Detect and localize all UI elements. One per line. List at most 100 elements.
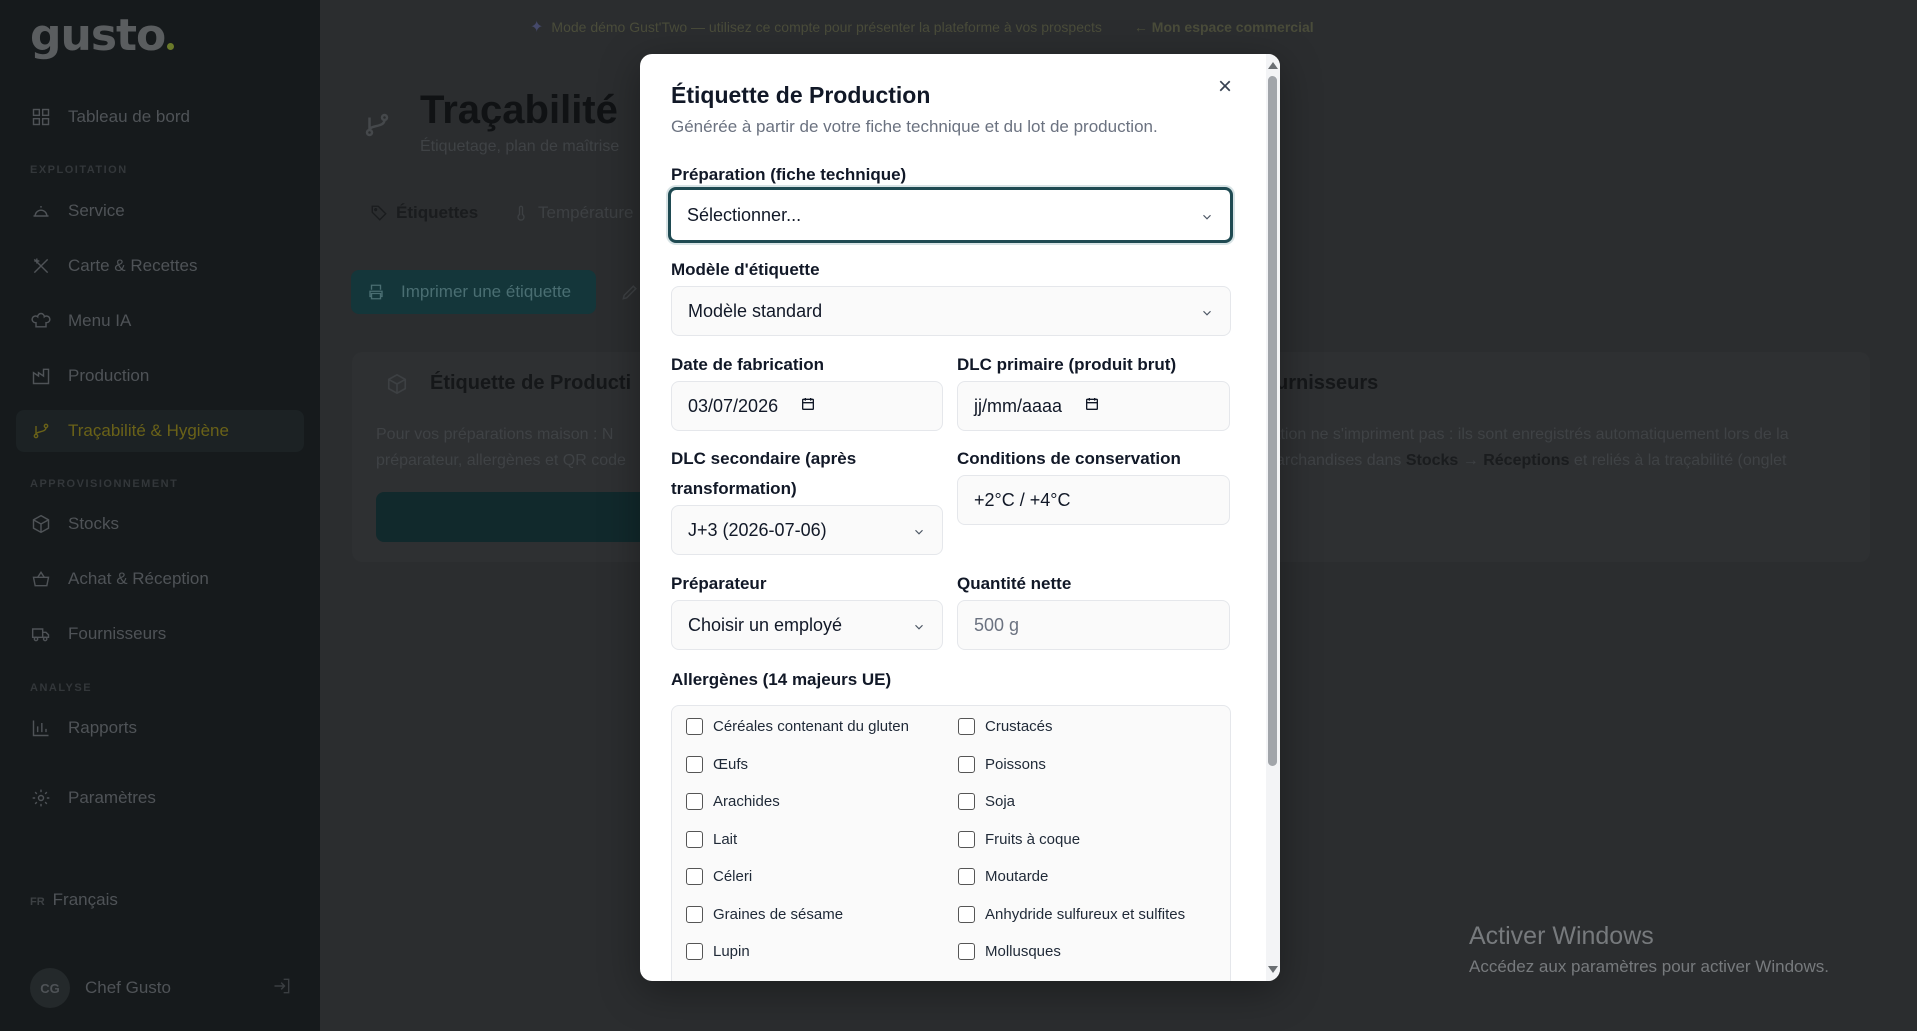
- conservation-label: Conditions de conservation: [957, 449, 1181, 468]
- scroll-up-arrow-icon[interactable]: [1268, 62, 1278, 69]
- allergen-checkbox-arachides[interactable]: Arachides: [686, 793, 780, 810]
- checkbox[interactable]: [686, 868, 703, 885]
- truck-icon: [30, 623, 52, 645]
- windows-activation-watermark: Activer Windows Accédez aux paramètres p…: [1469, 922, 1829, 977]
- sidebar-item-label: Service: [68, 201, 125, 220]
- print-label-button[interactable]: Imprimer une étiquette: [351, 270, 596, 314]
- sidebar-item-tracabilite[interactable]: Traçabilité & Hygiène: [30, 417, 229, 445]
- allergen-checkbox-lupin[interactable]: Lupin: [686, 943, 750, 960]
- quantity-input[interactable]: 500 g: [957, 600, 1230, 650]
- sidebar-item-label: Rapports: [68, 718, 137, 737]
- modal-scrollbar[interactable]: [1266, 54, 1280, 981]
- sidebar-item-stocks[interactable]: Stocks: [30, 510, 119, 538]
- checkbox[interactable]: [958, 906, 975, 923]
- allergen-checkbox-oeufs[interactable]: Œufs: [686, 756, 748, 773]
- checkbox[interactable]: [686, 943, 703, 960]
- sidebar-item-rapports[interactable]: Rapports: [30, 714, 137, 742]
- checkbox[interactable]: [686, 756, 703, 773]
- allergen-checkbox-mollusques[interactable]: Mollusques: [958, 943, 1061, 960]
- card-text-line: archandises dans Stocks → Réceptions et …: [1276, 448, 1789, 474]
- logout-icon[interactable]: [272, 976, 292, 1001]
- tab-etiquettes[interactable]: Étiquettes: [370, 203, 478, 223]
- demo-banner-text: Mode démo Gust'Two — utilisez ce compte …: [551, 19, 1102, 35]
- sidebar-item-menu-ia[interactable]: Menu IA: [30, 307, 131, 335]
- sparkle-icon: ✦: [530, 19, 544, 36]
- text-part: →: [1458, 452, 1484, 469]
- template-select[interactable]: Modèle standard: [671, 286, 1231, 336]
- allergen-checkbox-crustaces[interactable]: Crustacés: [958, 718, 1053, 735]
- pencil-icon[interactable]: [620, 282, 640, 307]
- sidebar-item-label: Traçabilité & Hygiène: [68, 421, 229, 440]
- allergen-checkbox-moutarde[interactable]: Moutarde: [958, 868, 1048, 885]
- sidebar-item-label: Carte & Recettes: [68, 256, 198, 275]
- card-text-line: ttion ne s'impriment pas : ils sont enre…: [1276, 426, 1789, 443]
- dashboard-icon: [30, 106, 52, 128]
- checkbox[interactable]: [686, 718, 703, 735]
- sidebar-item-label: Fournisseurs: [68, 624, 167, 643]
- checkbox[interactable]: [958, 943, 975, 960]
- sidebar-item-service[interactable]: Service: [30, 197, 125, 225]
- template-label: Modèle d'étiquette: [671, 260, 820, 279]
- sidebar-item-label: Tableau de bord: [68, 107, 190, 126]
- checkbox[interactable]: [958, 756, 975, 773]
- checkbox[interactable]: [958, 831, 975, 848]
- allergen-checkbox-lait[interactable]: Lait: [686, 831, 737, 848]
- allergen-label: Fruits à coque: [985, 831, 1081, 848]
- allergen-label: Lupin: [713, 943, 750, 960]
- preparer-select[interactable]: Choisir un employé: [671, 600, 943, 650]
- checkbox[interactable]: [686, 831, 703, 848]
- calendar-icon[interactable]: [1084, 396, 1100, 417]
- allergen-checkbox-sulfites[interactable]: Anhydride sulfureux et sulfites: [958, 906, 1185, 923]
- tag-icon: [371, 205, 387, 221]
- card-title: urnisseurs: [1276, 372, 1378, 395]
- sidebar: gusto Tableau de bord EXPLOITATION Servi…: [0, 0, 320, 1031]
- sidebar-item-dashboard[interactable]: Tableau de bord: [30, 103, 190, 131]
- checkbox[interactable]: [686, 793, 703, 810]
- tab-temperature[interactable]: Température: [512, 203, 633, 223]
- language-selector[interactable]: FR Français: [30, 890, 118, 910]
- allergen-checkbox-gluten[interactable]: Céréales contenant du gluten: [686, 718, 909, 735]
- page-subtitle: Étiquetage, plan de maîtrise: [420, 138, 620, 155]
- close-icon[interactable]: ×: [1210, 72, 1240, 102]
- conservation-input[interactable]: +2°C / +4°C: [957, 475, 1230, 525]
- card-title: Étiquette de Producti: [386, 372, 631, 395]
- sidebar-item-label: Production: [68, 366, 150, 385]
- allergen-checkbox-soja[interactable]: Soja: [958, 793, 1015, 810]
- branch-icon: [30, 420, 52, 442]
- production-label-modal: Étiquette de Production Générée à partir…: [640, 54, 1280, 981]
- sidebar-item-parametres[interactable]: Paramètres: [30, 784, 156, 812]
- checkbox[interactable]: [958, 718, 975, 735]
- chart-icon: [30, 717, 52, 739]
- utensils-icon: [30, 255, 52, 277]
- receptions-link: Réceptions: [1483, 452, 1570, 469]
- back-commercial-link[interactable]: ← Mon espace commercial: [1134, 19, 1314, 35]
- logo[interactable]: gusto: [30, 10, 175, 61]
- allergens-grid: Céréales contenant du gluten Crustacés Œ…: [671, 705, 1231, 981]
- sidebar-item-production[interactable]: Production: [30, 362, 149, 390]
- checkbox[interactable]: [958, 868, 975, 885]
- modal-title: Étiquette de Production: [671, 82, 931, 108]
- scroll-thumb[interactable]: [1268, 76, 1277, 766]
- checkbox[interactable]: [958, 793, 975, 810]
- sidebar-item-carte-recettes[interactable]: Carte & Recettes: [30, 252, 197, 280]
- template-value: Modèle standard: [688, 300, 823, 321]
- dlc-primary-input[interactable]: jj/mm/aaaa: [957, 381, 1230, 431]
- preparation-select[interactable]: Sélectionner...: [668, 187, 1233, 243]
- date-fab-input[interactable]: 03/07/2026: [671, 381, 943, 431]
- scroll-down-arrow-icon[interactable]: [1268, 966, 1278, 973]
- allergen-checkbox-fruits-a-coque[interactable]: Fruits à coque: [958, 831, 1080, 848]
- quantity-label: Quantité nette: [957, 574, 1072, 593]
- tab-label: Étiquettes: [396, 203, 479, 222]
- allergen-checkbox-poissons[interactable]: Poissons: [958, 756, 1046, 773]
- allergen-checkbox-sesame[interactable]: Graines de sésame: [686, 906, 843, 923]
- allergen-label: Anhydride sulfureux et sulfites: [985, 906, 1186, 923]
- sidebar-item-fournisseurs[interactable]: Fournisseurs: [30, 620, 166, 648]
- text-part: et reliés à la traçabilité (onglet: [1569, 452, 1787, 469]
- allergen-checkbox-celeri[interactable]: Céleri: [686, 868, 752, 885]
- calendar-icon[interactable]: [800, 396, 816, 417]
- label-line: transformation): [671, 479, 797, 498]
- sidebar-item-label: Paramètres: [68, 788, 156, 807]
- sidebar-item-achat[interactable]: Achat & Réception: [30, 565, 209, 593]
- dlc-secondary-select[interactable]: J+3 (2026-07-06): [671, 505, 943, 555]
- checkbox[interactable]: [686, 906, 703, 923]
